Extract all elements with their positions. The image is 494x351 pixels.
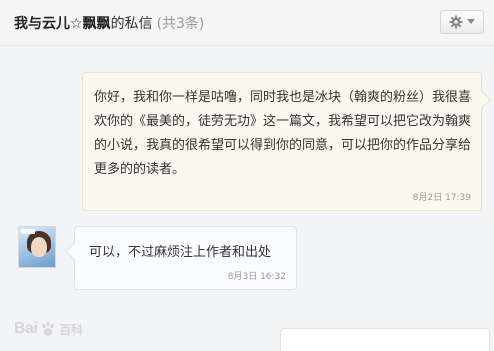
watermark-latin: Bai — [14, 320, 38, 337]
title-suffix: 的私信 — [110, 16, 153, 32]
message-bubble-sent: 你好，我和你一样是咕噜，同时我也是冰块（翰爽的粉丝）我很喜欢你的《最美的，徒劳无… — [82, 72, 482, 211]
watermark-cn: 百科 — [59, 322, 83, 337]
message-timestamp: 8月3日 16:32 — [227, 272, 286, 282]
avatar[interactable] — [18, 226, 56, 268]
message-bubble-received: 可以，不过麻烦注上作者和出处 8月3日 16:32 — [74, 226, 297, 290]
page-title: 我与云儿☆飘飘的私信 (共3条) — [14, 13, 204, 33]
settings-button[interactable] — [440, 10, 484, 34]
message-timestamp: 8月2日 17:39 — [412, 193, 471, 203]
conversation-username[interactable]: 我与云儿☆飘飘 — [14, 16, 111, 32]
baidu-watermark: Bai 百科 — [14, 318, 83, 340]
chevron-down-icon — [467, 19, 475, 25]
message-bubble-partial — [280, 328, 490, 351]
message-text: 可以，不过麻烦注上作者和出处 — [89, 245, 272, 260]
paw-icon — [42, 322, 55, 336]
conversation-header: 我与云儿☆飘飘的私信 (共3条) — [0, 0, 494, 46]
message-text: 你好，我和你一样是咕噜，同时我也是冰块（翰爽的粉丝）我很喜欢你的《最美的，徒劳无… — [94, 90, 472, 177]
message-count: (共3条) — [156, 16, 205, 32]
gear-icon — [449, 15, 463, 29]
